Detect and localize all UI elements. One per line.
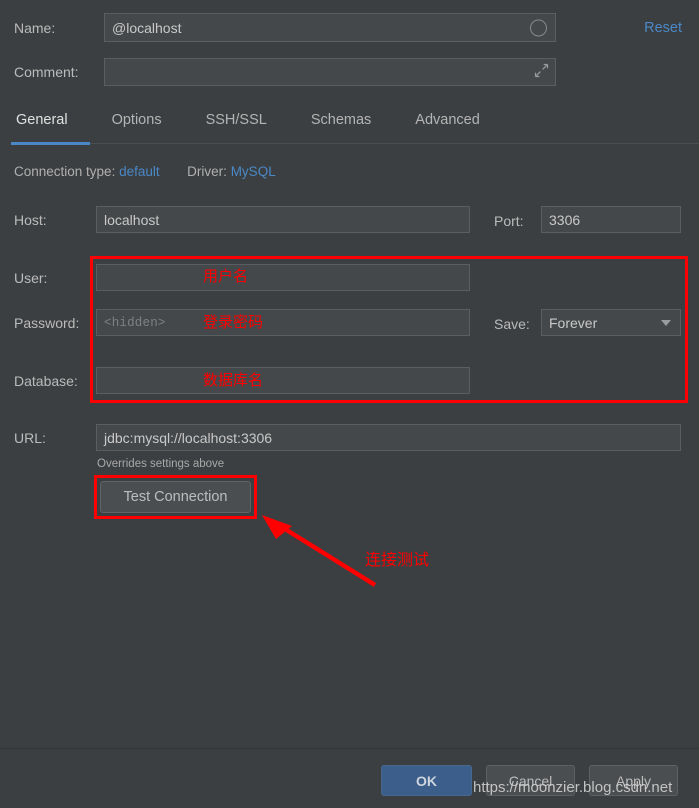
url-row: URL: jdbc:mysql://localhost:3306	[14, 424, 681, 451]
user-label: User:	[14, 269, 48, 286]
password-row: Password: <hidden>	[14, 309, 470, 336]
annotation-test-connection: 连接测试	[365, 552, 430, 569]
chevron-down-icon	[661, 319, 671, 326]
expand-diagonal-icon[interactable]	[534, 63, 549, 81]
active-tab-indicator	[11, 142, 90, 145]
name-row: Name: @localhost	[14, 13, 556, 42]
host-row: Host: localhost	[14, 206, 470, 233]
cancel-button[interactable]: Cancel	[486, 765, 575, 796]
tab-divider	[90, 143, 699, 144]
save-label: Save:	[494, 316, 530, 332]
tab-options[interactable]: Options	[110, 108, 182, 138]
tab-ssh-ssl[interactable]: SSH/SSL	[204, 108, 287, 138]
password-placeholder: <hidden>	[104, 315, 166, 330]
tab-schemas[interactable]: Schemas	[309, 108, 391, 138]
database-input[interactable]	[96, 367, 470, 394]
save-dropdown[interactable]: Forever	[541, 309, 681, 336]
database-label: Database:	[14, 372, 78, 389]
footer-divider	[0, 748, 699, 749]
overrides-note: Overrides settings above	[97, 458, 225, 470]
host-input-value: localhost	[104, 211, 160, 228]
url-input-value: jdbc:mysql://localhost:3306	[104, 429, 273, 446]
url-input[interactable]: jdbc:mysql://localhost:3306	[96, 424, 681, 451]
test-connection-button[interactable]: Test Connection	[100, 481, 251, 513]
tab-bar: General Options SSH/SSL Schemas Advanced	[0, 108, 699, 145]
apply-button[interactable]: Apply	[589, 765, 678, 796]
reset-link[interactable]: Reset	[644, 20, 682, 36]
name-input[interactable]: @localhost	[104, 13, 556, 42]
driver-label: Driver:	[187, 164, 227, 179]
comment-label: Comment:	[14, 64, 79, 80]
user-row: User:	[14, 264, 470, 291]
annotation-arrow-icon	[262, 515, 377, 587]
user-input[interactable]	[96, 264, 470, 291]
comment-row: Comment:	[14, 58, 556, 86]
database-row: Database:	[14, 367, 470, 394]
comment-input[interactable]	[104, 58, 556, 86]
url-label: URL:	[14, 429, 46, 446]
driver-value[interactable]: MySQL	[231, 164, 276, 179]
port-label: Port:	[494, 213, 524, 229]
port-input[interactable]: 3306	[541, 206, 681, 233]
password-input[interactable]: <hidden>	[96, 309, 470, 336]
name-input-value: @localhost	[112, 19, 182, 36]
connection-info: Connection type: default Driver: MySQL	[14, 164, 276, 179]
tab-advanced[interactable]: Advanced	[413, 108, 500, 138]
circle-icon	[530, 19, 547, 36]
connection-type-label: Connection type:	[14, 164, 116, 179]
save-dropdown-value: Forever	[549, 314, 598, 331]
password-label: Password:	[14, 314, 80, 331]
name-label: Name:	[14, 19, 56, 36]
tab-general[interactable]: General	[14, 108, 88, 138]
host-input[interactable]: localhost	[96, 206, 470, 233]
connection-type-value[interactable]: default	[119, 164, 160, 179]
host-label: Host:	[14, 211, 47, 228]
port-input-value: 3306	[549, 211, 581, 228]
ok-button[interactable]: OK	[381, 765, 472, 796]
